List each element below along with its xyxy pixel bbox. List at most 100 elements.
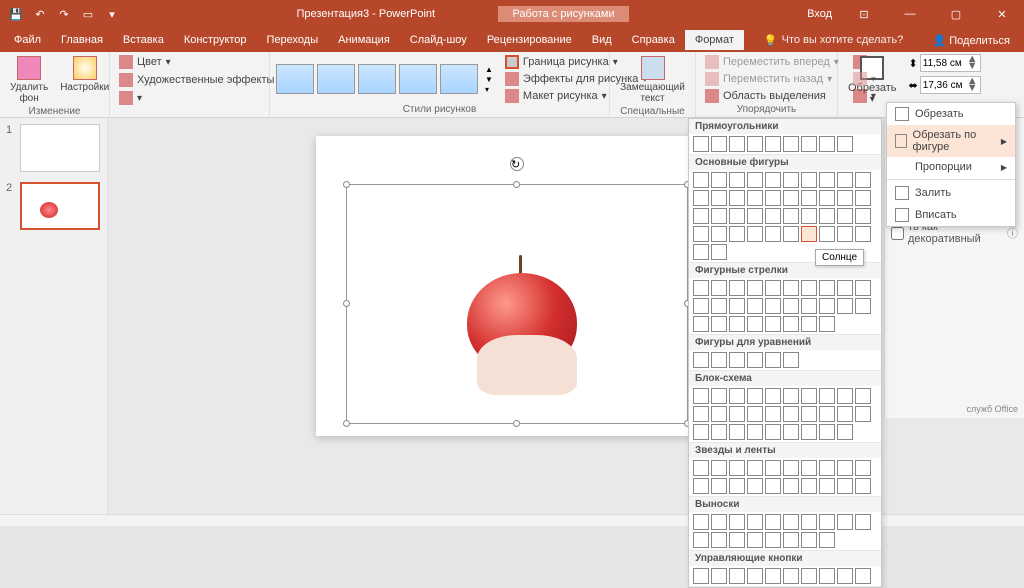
shape-option[interactable] [747,460,763,476]
shape-option[interactable] [783,478,799,494]
shape-option[interactable] [711,298,727,314]
shape-option[interactable] [819,280,835,296]
shape-option[interactable] [783,190,799,206]
shape-option[interactable] [693,298,709,314]
shape-option[interactable] [801,226,817,242]
shape-option[interactable] [783,226,799,242]
shape-option[interactable] [801,280,817,296]
aspect-ratio-item[interactable]: Пропорции▶ [887,157,1015,177]
fit-item[interactable]: Вписать [887,204,1015,226]
shape-option[interactable] [837,208,853,224]
shape-option[interactable] [765,568,781,584]
shape-option[interactable] [729,406,745,422]
shape-option[interactable] [819,406,835,422]
shape-option[interactable] [747,280,763,296]
shape-option[interactable] [729,136,745,152]
shape-option[interactable] [819,388,835,404]
shape-option[interactable] [711,190,727,206]
shape-option[interactable] [819,460,835,476]
shape-option[interactable] [693,406,709,422]
shape-option[interactable] [783,406,799,422]
gallery-more-icon[interactable]: ▾ [485,85,493,94]
shape-option[interactable] [711,352,727,368]
shape-option[interactable] [729,478,745,494]
shape-option[interactable] [855,226,871,242]
rotate-handle[interactable]: ↻ [510,157,524,171]
shape-option[interactable] [783,280,799,296]
shape-option[interactable] [693,136,709,152]
shape-option[interactable] [783,460,799,476]
shape-option[interactable] [783,514,799,530]
shape-option[interactable] [801,478,817,494]
tell-me[interactable]: 💡Что вы хотите сделать? [764,34,903,47]
shape-option[interactable] [783,568,799,584]
shape-option[interactable] [765,514,781,530]
shape-option[interactable] [855,172,871,188]
tab-slideshow[interactable]: Слайд-шоу [400,30,477,50]
shape-option[interactable] [801,424,817,440]
shape-option[interactable] [729,298,745,314]
shape-option[interactable] [729,388,745,404]
bring-forward-button[interactable]: Переместить вперед ▾ [702,54,842,70]
shape-option[interactable] [855,478,871,494]
shape-option[interactable] [783,172,799,188]
resize-handle[interactable] [343,300,350,307]
tab-review[interactable]: Рецензирование [477,30,582,50]
picture-style-preset[interactable] [276,64,314,94]
shape-option[interactable] [801,406,817,422]
shape-option[interactable] [855,514,871,530]
shape-option[interactable] [783,136,799,152]
shape-option[interactable] [837,172,853,188]
shape-option[interactable] [783,424,799,440]
shape-option[interactable] [765,424,781,440]
tab-design[interactable]: Конструктор [174,30,257,50]
width-input[interactable]: ▲▼ [920,76,981,94]
shape-option[interactable] [819,568,835,584]
shape-option[interactable] [837,424,853,440]
shape-option[interactable] [693,172,709,188]
gallery-up-icon[interactable]: ▲ [485,65,493,74]
resize-handle[interactable] [513,420,520,427]
shape-option[interactable] [765,172,781,188]
shape-option[interactable] [747,406,763,422]
shape-option[interactable] [855,388,871,404]
close-icon[interactable]: ✕ [980,0,1024,28]
tab-file[interactable]: Файл [4,30,51,50]
shape-option[interactable] [729,190,745,206]
shape-option[interactable] [693,460,709,476]
shape-option[interactable] [729,352,745,368]
shape-option[interactable] [855,406,871,422]
shape-option[interactable] [729,514,745,530]
shape-option[interactable] [693,424,709,440]
shape-option[interactable] [711,424,727,440]
shape-option[interactable] [747,208,763,224]
shape-option[interactable] [747,478,763,494]
shape-option[interactable] [765,352,781,368]
shape-option[interactable] [837,514,853,530]
shape-option[interactable] [693,514,709,530]
slide-thumb-1[interactable]: 1 [6,124,101,172]
picture-style-preset[interactable] [440,64,478,94]
shape-option[interactable] [783,388,799,404]
shape-option[interactable] [837,388,853,404]
shape-option[interactable] [693,208,709,224]
shape-option[interactable] [837,406,853,422]
shape-option[interactable] [693,244,709,260]
shape-option[interactable] [729,226,745,242]
picture-selection[interactable]: ↻ [346,184,688,424]
shape-option[interactable] [855,568,871,584]
signin-button[interactable]: Вход [797,0,842,28]
shape-option[interactable] [693,190,709,206]
shape-option[interactable] [693,478,709,494]
shape-option[interactable] [711,172,727,188]
shape-option[interactable] [765,532,781,548]
shape-option[interactable] [837,460,853,476]
shape-option[interactable] [855,190,871,206]
shape-option[interactable] [765,226,781,242]
shape-option[interactable] [765,190,781,206]
shape-option[interactable] [819,514,835,530]
shape-option[interactable] [837,298,853,314]
shape-option[interactable] [819,172,835,188]
shape-option[interactable] [801,298,817,314]
shape-option[interactable] [801,316,817,332]
